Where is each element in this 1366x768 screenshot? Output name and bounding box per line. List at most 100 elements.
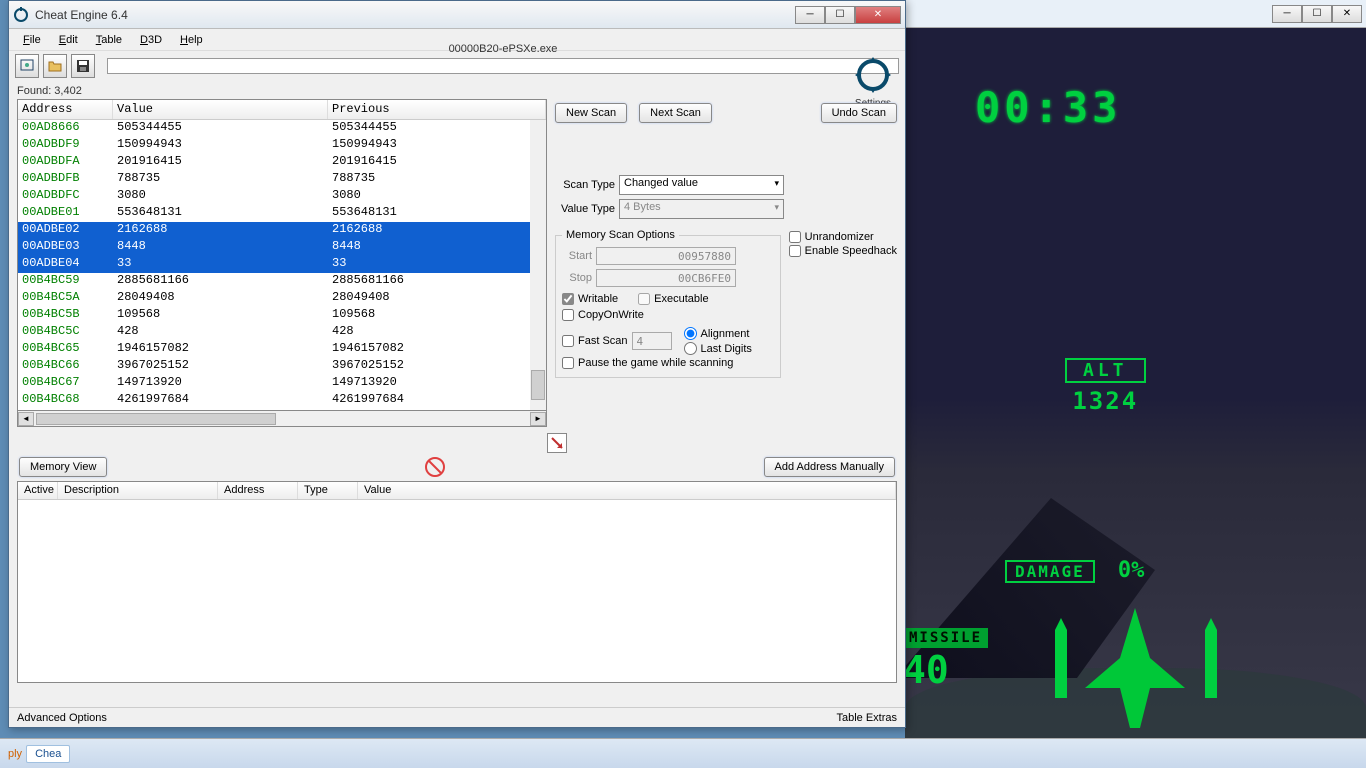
game-titlebar[interactable]: ─ ☐ ✕ <box>905 0 1366 28</box>
taskbar-item[interactable]: ply <box>8 748 22 760</box>
missile-icon <box>1055 618 1067 698</box>
taskbar[interactable]: ply Chea <box>0 738 1366 768</box>
value-type-label: Value Type <box>555 203 615 215</box>
mem-opts-title: Memory Scan Options <box>562 229 679 241</box>
advanced-options-link[interactable]: Advanced Options <box>17 712 107 724</box>
col-previous[interactable]: Previous <box>328 100 546 119</box>
executable-checkbox[interactable]: Executable <box>638 293 708 305</box>
toolbar: 00000B20-ePSXe.exe <box>9 51 905 81</box>
game-timer: 00:33 <box>975 83 1121 132</box>
alt-value: 1324 <box>1065 387 1146 415</box>
cheat-engine-window: Cheat Engine 6.4 ─ ☐ ✕ File Edit Table D… <box>8 0 906 728</box>
minimize-button[interactable]: ─ <box>1272 5 1302 23</box>
table-row[interactable]: 00B4BC6639670251523967025152 <box>18 358 546 375</box>
scan-panel: New Scan Next Scan Undo Scan Scan Type C… <box>555 99 897 427</box>
maximize-button[interactable]: ☐ <box>1302 5 1332 23</box>
table-header: Address Value Previous <box>18 100 546 120</box>
game-viewport[interactable]: 00:33 ALT 1324 DAMAGE 0% MISSILE 40 <box>905 28 1366 768</box>
game-altitude: ALT 1324 <box>1065 358 1146 415</box>
open-file-button[interactable] <box>43 54 67 78</box>
vertical-scrollbar[interactable] <box>530 120 546 410</box>
table-row[interactable]: 00ADBE0384488448 <box>18 239 546 256</box>
table-row[interactable]: 00B4BC5928856811662885681166 <box>18 273 546 290</box>
table-row[interactable]: 00B4BC5B109568109568 <box>18 307 546 324</box>
unrandomizer-checkbox[interactable]: Unrandomizer <box>789 231 897 243</box>
table-row[interactable]: 00B4BC6842619976844261997684 <box>18 392 546 409</box>
minimize-button[interactable]: ─ <box>795 6 825 24</box>
col-active[interactable]: Active <box>18 482 58 499</box>
value-type-select[interactable]: 4 Bytes <box>619 199 784 219</box>
new-scan-button[interactable]: New Scan <box>555 103 627 123</box>
col-type[interactable]: Type <box>298 482 358 499</box>
col-address[interactable]: Address <box>18 100 113 119</box>
open-process-button[interactable] <box>15 54 39 78</box>
table-row[interactable]: 00ADBE0221626882162688 <box>18 222 546 239</box>
address-list[interactable]: Active Description Address Type Value <box>17 481 897 683</box>
stop-label: Stop <box>562 272 592 284</box>
undo-scan-button[interactable]: Undo Scan <box>821 103 897 123</box>
table-row[interactable]: 00ADBDFA201916415201916415 <box>18 154 546 171</box>
fast-scan-value[interactable] <box>632 332 672 350</box>
start-label: Start <box>562 250 592 262</box>
writable-checkbox[interactable]: Writable <box>562 293 618 305</box>
menu-file[interactable]: File <box>15 32 49 48</box>
save-button[interactable] <box>71 54 95 78</box>
damage-value: 0% <box>1118 558 1145 583</box>
results-table[interactable]: Address Value Previous 00AD8666505344455… <box>17 99 547 411</box>
scan-results: Address Value Previous 00AD8666505344455… <box>17 99 547 427</box>
process-name: 00000B20-ePSXe.exe <box>108 43 898 55</box>
pause-game-checkbox[interactable]: Pause the game while scanning <box>562 357 774 369</box>
missile-value: 40 <box>905 648 988 692</box>
start-input[interactable] <box>596 247 736 265</box>
scan-type-label: Scan Type <box>555 179 615 191</box>
damage-label: DAMAGE <box>1005 560 1095 583</box>
table-row[interactable]: 00B4BC67149713920149713920 <box>18 375 546 392</box>
table-row[interactable]: 00B4BC5C428428 <box>18 324 546 341</box>
speedhack-checkbox[interactable]: Enable Speedhack <box>789 245 897 257</box>
table-row[interactable]: 00ADBDF9150994943150994943 <box>18 137 546 154</box>
jet-icon <box>1085 608 1185 728</box>
col-value[interactable]: Value <box>358 482 896 499</box>
table-row[interactable]: 00B4BC5A2804940828049408 <box>18 290 546 307</box>
missile-icon <box>1205 618 1217 698</box>
ce-app-icon <box>13 7 29 23</box>
window-title: Cheat Engine 6.4 <box>35 8 795 22</box>
ce-titlebar[interactable]: Cheat Engine 6.4 ─ ☐ ✕ <box>9 1 905 29</box>
fast-scan-checkbox[interactable]: Fast Scan <box>562 335 628 347</box>
table-row[interactable]: 00ADBE01553648131553648131 <box>18 205 546 222</box>
add-to-list-button[interactable] <box>547 433 567 453</box>
table-row[interactable]: 00B4BC6519461570821946157082 <box>18 341 546 358</box>
close-button[interactable]: ✕ <box>855 6 901 24</box>
forbidden-icon[interactable] <box>425 457 445 477</box>
close-button[interactable]: ✕ <box>1332 5 1362 23</box>
memory-view-button[interactable]: Memory View <box>19 457 107 477</box>
table-row[interactable]: 00ADBDFB788735788735 <box>18 171 546 188</box>
copyonwrite-checkbox[interactable]: CopyOnWrite <box>562 309 774 321</box>
col-address[interactable]: Address <box>218 482 298 499</box>
next-scan-button[interactable]: Next Scan <box>639 103 712 123</box>
table-row[interactable]: 00ADBE043333 <box>18 256 546 273</box>
horizontal-scrollbar[interactable]: ◄► <box>17 411 547 427</box>
col-description[interactable]: Description <box>58 482 218 499</box>
last-digits-radio[interactable]: Last Digits <box>684 342 752 355</box>
alt-label: ALT <box>1065 358 1146 383</box>
game-damage: DAMAGE 0% <box>1005 558 1144 583</box>
col-value[interactable]: Value <box>113 100 328 119</box>
table-row[interactable]: 00AD8666505344455505344455 <box>18 120 546 137</box>
stop-input[interactable] <box>596 269 736 287</box>
game-window: ─ ☐ ✕ 00:33 ALT 1324 DAMAGE 0% MISSILE 4… <box>905 0 1366 768</box>
address-list-header: Active Description Address Type Value <box>18 482 896 500</box>
alignment-radio[interactable]: Alignment <box>684 327 752 340</box>
progress-bar: 00000B20-ePSXe.exe <box>107 58 899 74</box>
menu-edit[interactable]: Edit <box>51 32 86 48</box>
add-address-manually-button[interactable]: Add Address Manually <box>764 457 895 477</box>
memory-scan-options: Memory Scan Options Start Stop Writable … <box>555 229 781 378</box>
found-count: Found: 3,402 <box>17 85 897 97</box>
missile-label: MISSILE <box>905 628 988 648</box>
game-missile: MISSILE 40 <box>905 628 988 692</box>
maximize-button[interactable]: ☐ <box>825 6 855 24</box>
scan-type-select[interactable]: Changed value <box>619 175 784 195</box>
table-row[interactable]: 00ADBDFC30803080 <box>18 188 546 205</box>
taskbar-item[interactable]: Chea <box>26 745 70 763</box>
table-extras-link[interactable]: Table Extras <box>836 712 897 724</box>
